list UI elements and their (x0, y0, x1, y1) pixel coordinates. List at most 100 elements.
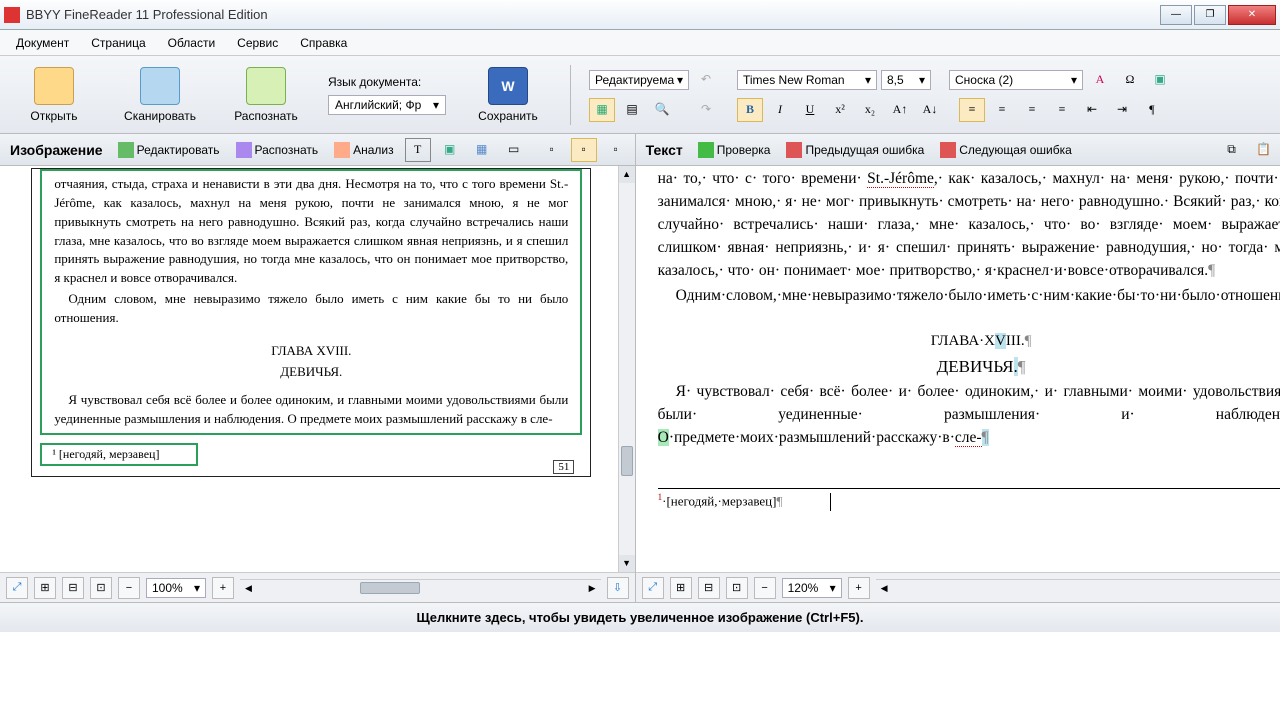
grid2-button[interactable]: ⊟ (62, 577, 84, 599)
word-icon: W (488, 67, 528, 105)
menu-tools[interactable]: Сервис (227, 33, 288, 53)
zoom-in-button[interactable]: + (212, 577, 234, 599)
open-button[interactable]: Открыть (10, 67, 98, 123)
menu-document[interactable]: Документ (6, 33, 79, 53)
grid3-button[interactable]: ⊡ (90, 577, 112, 599)
align-justify-button[interactable]: ≡ (1049, 98, 1075, 122)
save-button[interactable]: W Сохранить (464, 67, 552, 123)
next-error-button[interactable]: Следующая ошибка (935, 139, 1077, 161)
menu-page[interactable]: Страница (81, 33, 155, 53)
undo-button[interactable]: ↶ (693, 68, 719, 92)
language-label: Язык документа: (328, 75, 446, 89)
maximize-button[interactable]: ❐ (1194, 5, 1226, 25)
close-button[interactable]: ✕ (1228, 5, 1276, 25)
text-pane-header: Текст Проверка Предыдущая ошибка Следующ… (636, 134, 1280, 166)
bold-button[interactable]: B (737, 98, 763, 122)
font-select[interactable]: Times New Roman▾ (737, 70, 877, 90)
zoom-out-button[interactable]: − (118, 577, 140, 599)
prev-error-button[interactable]: Предыдущая ошибка (781, 139, 929, 161)
titlebar: BBYY FineReader 11 Professional Edition … (0, 0, 1280, 30)
edit-image-button[interactable]: Редактировать (113, 139, 225, 161)
image-pane: Изображение Редактировать Распознать Ана… (0, 134, 636, 602)
paragraph-button[interactable]: ¶ (1139, 98, 1165, 122)
scan-button[interactable]: Сканировать (116, 67, 204, 123)
split-view: Изображение Редактировать Распознать Ана… (0, 134, 1280, 602)
redo-button[interactable]: ↷ (693, 98, 719, 122)
image-hscroll[interactable]: ◀ ▶ (240, 579, 601, 596)
zoom-in-button[interactable]: + (848, 577, 870, 599)
grow-font-button[interactable]: A↑ (887, 98, 913, 122)
text-tool-icon[interactable]: T (405, 138, 431, 162)
text-hscroll[interactable]: ◀ ▶ (876, 579, 1280, 596)
area2-icon[interactable]: ▫ (571, 138, 597, 162)
image-vscroll[interactable]: ▲ ▼ (618, 166, 635, 572)
align-left-button[interactable]: ≡ (959, 98, 985, 122)
recognize-area-button[interactable]: Распознать (231, 139, 324, 161)
align-right-button[interactable]: ≡ (1019, 98, 1045, 122)
text-region-1[interactable]: отчаяния, стыда, страха и ненависти в эт… (40, 169, 582, 435)
scanner-icon (140, 67, 180, 105)
zoom-select[interactable]: 100%▾ (146, 578, 206, 598)
superscript-button[interactable]: x² (827, 98, 853, 122)
fit-button[interactable]: ⤢ (642, 577, 664, 599)
area3-icon[interactable]: ▫ (603, 138, 629, 162)
paste-icon[interactable]: 📋 (1251, 138, 1277, 162)
image-body: отчаяния, стыда, страха и ненависти в эт… (0, 166, 635, 572)
footnote-region[interactable]: ¹ [негодяй, мерзавец] (40, 443, 198, 466)
edit-mode-select[interactable]: Редактируема▾ (589, 70, 689, 90)
shrink-font-button[interactable]: A↓ (917, 98, 943, 122)
grid1-button[interactable]: ⊞ (670, 577, 692, 599)
menu-help[interactable]: Справка (290, 33, 357, 53)
folder-icon (34, 67, 74, 105)
minimize-button[interactable]: — (1160, 5, 1192, 25)
underline-button[interactable]: U (797, 98, 823, 122)
grid2-button[interactable]: ⊟ (698, 577, 720, 599)
fontsize-select[interactable]: 8,5▾ (881, 70, 931, 90)
text-pane: Текст Проверка Предыдущая ошибка Следующ… (636, 134, 1280, 602)
prev-flag-icon (786, 142, 802, 158)
scroll-thumb[interactable] (621, 446, 633, 476)
zoom-out-button[interactable]: − (754, 577, 776, 599)
style-select[interactable]: Сноска (2)▾ (949, 70, 1083, 90)
grid3-button[interactable]: ⊡ (726, 577, 748, 599)
fit-button[interactable]: ⤢ (6, 577, 28, 599)
zoom-select[interactable]: 120%▾ (782, 578, 842, 598)
table-tool-icon[interactable]: ▦ (469, 138, 495, 162)
recognize-icon (246, 67, 286, 105)
language-group: Язык документа: Английский; Фр▾ (328, 75, 446, 115)
analyze-button[interactable]: Анализ (329, 139, 399, 161)
scroll-down-icon[interactable]: ▼ (619, 555, 635, 572)
main-toolbar: Открыть Сканировать Распознать Язык доку… (0, 56, 1280, 134)
view1-button[interactable]: ▦ (589, 98, 615, 122)
app-icon (4, 7, 20, 23)
grid1-button[interactable]: ⊞ (34, 577, 56, 599)
page-down-icon[interactable]: ⇩ (607, 577, 629, 599)
symbol-icon[interactable]: Ω (1117, 68, 1143, 92)
menu-areas[interactable]: Области (158, 33, 226, 53)
indent-right-button[interactable]: ⇥ (1109, 98, 1135, 122)
text-body[interactable]: на· то,· что· с· того· времени· St.-Jérô… (636, 166, 1280, 572)
subscript-button[interactable]: x₂ (857, 98, 883, 122)
page-number-region[interactable]: 51 (553, 460, 574, 474)
format-toolbar: Редактируема▾ ↶ Times New Roman▾ 8,5▾ Сн… (589, 68, 1173, 122)
image-tool-icon[interactable]: ▣ (437, 138, 463, 162)
search-icon[interactable]: 🔍 (649, 98, 675, 122)
text-zoom-bar: ⤢ ⊞ ⊟ ⊡ − 120%▾ + ◀ ▶ ⇩ (636, 572, 1280, 602)
area1-icon[interactable]: ▫ (539, 138, 565, 162)
highlight-icon[interactable]: A (1087, 68, 1113, 92)
recognize-button[interactable]: Распознать (222, 67, 310, 123)
indent-left-button[interactable]: ⇤ (1079, 98, 1105, 122)
image-icon[interactable]: ▣ (1147, 68, 1173, 92)
verify-button[interactable]: Проверка (693, 139, 776, 161)
scroll-up-icon[interactable]: ▲ (619, 166, 635, 183)
language-select[interactable]: Английский; Фр▾ (328, 95, 446, 115)
italic-button[interactable]: I (767, 98, 793, 122)
align-center-button[interactable]: ≡ (989, 98, 1015, 122)
select-tool-icon[interactable]: ▭ (501, 138, 527, 162)
copy-icon[interactable]: ⧉ (1219, 138, 1245, 162)
status-bar[interactable]: Щелкните здесь, чтобы увидеть увеличенно… (0, 602, 1280, 632)
recognize-icon (236, 142, 252, 158)
scanned-page[interactable]: отчаяния, стыда, страха и ненависти в эт… (31, 168, 591, 477)
view2-button[interactable]: ▤ (619, 98, 645, 122)
image-pane-header: Изображение Редактировать Распознать Ана… (0, 134, 635, 166)
